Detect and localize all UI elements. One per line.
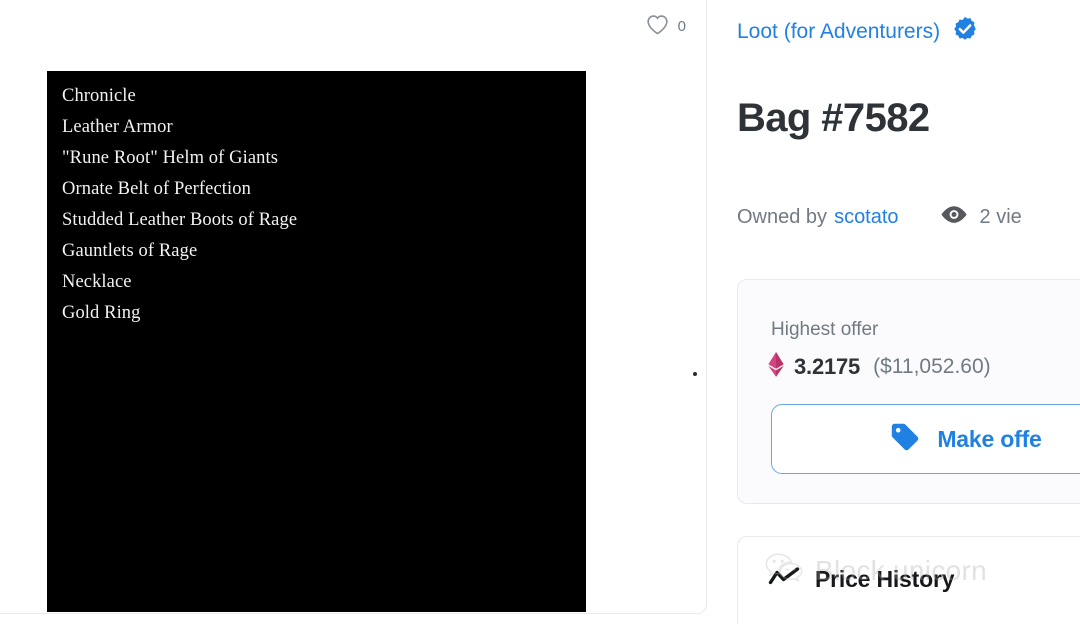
loot-item-list: Chronicle Leather Armor "Rune Root" Helm…	[62, 81, 582, 329]
owner-row: Owned by scotato 2 vie	[737, 204, 1022, 230]
offer-card: Highest offer 3.2175 ($11,052.60) Make o…	[737, 279, 1080, 504]
ethereum-icon	[768, 352, 784, 382]
make-offer-button[interactable]: Make offe	[771, 404, 1080, 474]
views-group: 2 vie	[939, 204, 1022, 230]
offer-eth-amount: 3.2175	[794, 354, 861, 379]
page-title: Bag #7582	[737, 96, 930, 140]
collection-link[interactable]: Loot (for Adventurers)	[737, 15, 979, 48]
loot-item: Leather Armor	[62, 117, 173, 137]
asset-card: 0 Chronicle Leather Armor "Rune Root" He…	[0, 0, 707, 614]
highest-offer-price: 3.2175 ($11,052.60)	[768, 352, 991, 382]
loot-item: Necklace	[62, 272, 132, 292]
heart-outline-icon[interactable]	[646, 14, 669, 40]
price-history-header[interactable]: Price History	[768, 566, 955, 593]
asset-detail-pane: Loot (for Adventurers) Bag #7582 Owned b…	[737, 0, 1080, 624]
eye-icon	[939, 204, 969, 230]
views-count: 2 vie	[979, 205, 1022, 228]
collection-name[interactable]: Loot (for Adventurers)	[737, 20, 940, 44]
loot-item: Chronicle	[62, 86, 136, 106]
loot-item: Gold Ring	[62, 303, 141, 323]
owned-by-label: Owned by	[737, 205, 828, 228]
collapsed-control-dot[interactable]	[693, 372, 697, 376]
loot-item: Gauntlets of Rage	[62, 241, 198, 261]
asset-card-toolbar: 0	[0, 1, 708, 52]
loot-item: "Rune Root" Helm of Giants	[62, 148, 279, 168]
price-history-title: Price History	[815, 566, 955, 592]
price-tag-icon	[890, 422, 920, 457]
nft-artwork[interactable]: Chronicle Leather Armor "Rune Root" Helm…	[47, 71, 586, 612]
price-history-card: Price History	[737, 536, 1080, 624]
loot-item: Ornate Belt of Perfection	[62, 179, 251, 199]
verified-badge-icon	[951, 15, 979, 48]
highest-offer-label: Highest offer	[771, 319, 879, 340]
line-chart-icon	[768, 566, 800, 593]
favorite-button[interactable]: 0	[646, 14, 686, 40]
offer-usd-amount: ($11,052.60)	[873, 355, 991, 378]
loot-item: Studded Leather Boots of Rage	[62, 210, 298, 230]
favorite-count: 0	[677, 18, 686, 35]
asset-detail-page: 0 Chronicle Leather Armor "Rune Root" He…	[0, 0, 1080, 624]
owner-link[interactable]: scotato	[834, 206, 898, 229]
make-offer-label: Make offe	[937, 425, 1042, 452]
